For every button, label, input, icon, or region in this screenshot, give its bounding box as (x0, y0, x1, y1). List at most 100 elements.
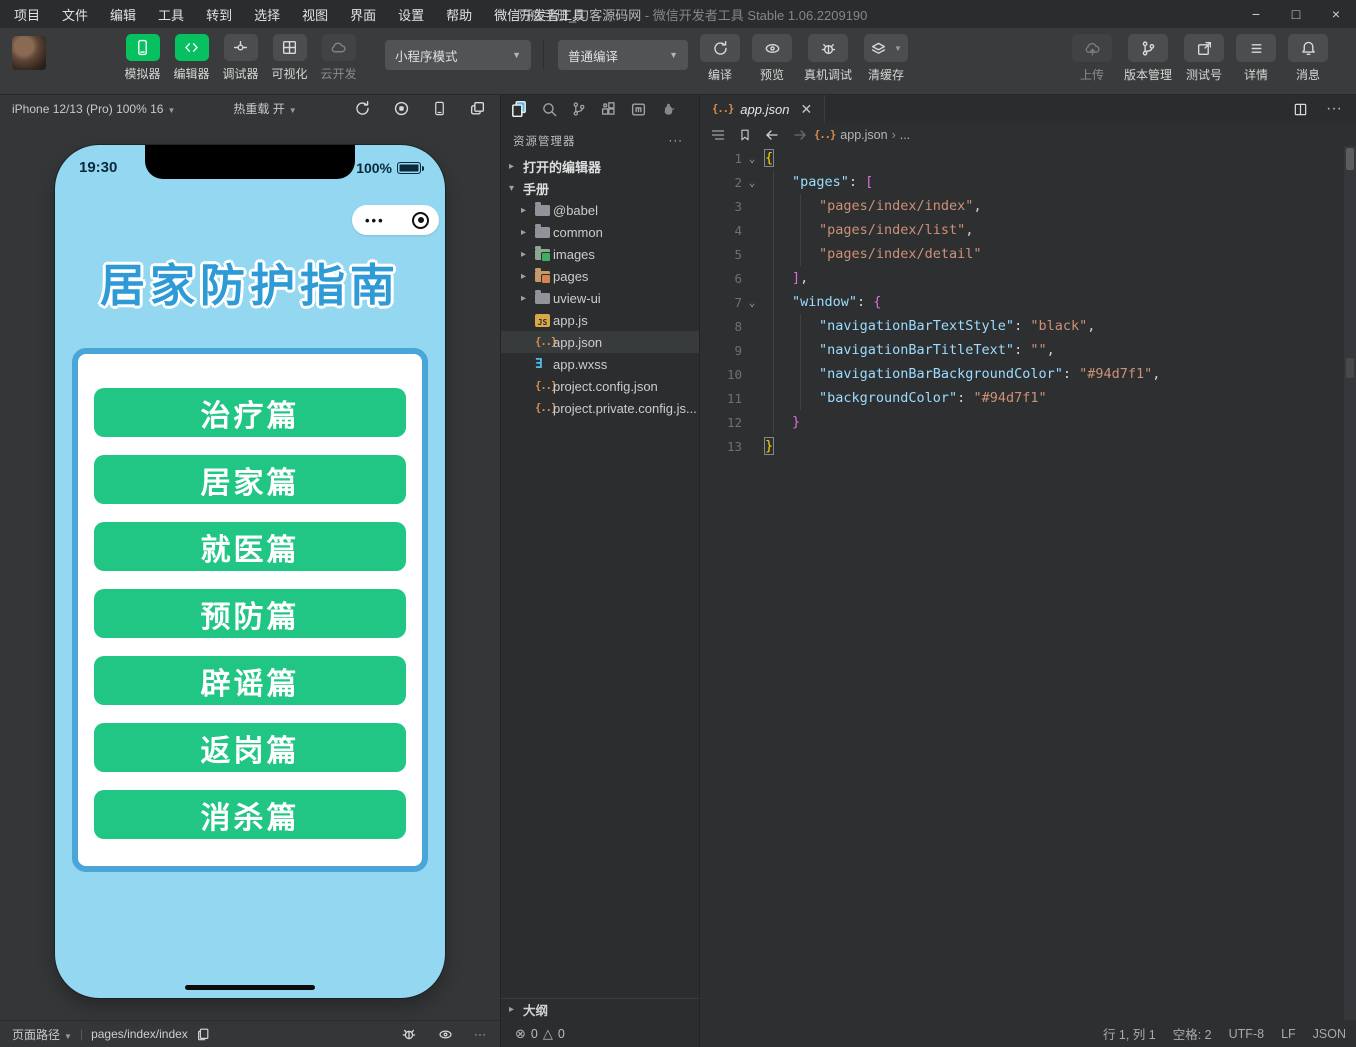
split-editor-icon[interactable] (1293, 102, 1308, 117)
tree-item-folder-babel[interactable]: ▸ @babel (501, 199, 699, 221)
bookmark-icon[interactable] (738, 128, 752, 142)
simulator-button[interactable]: 模拟器 (118, 34, 167, 82)
fold-chevron-icon[interactable]: ⌄ (742, 296, 762, 309)
user-avatar[interactable] (12, 36, 46, 70)
code-line-1[interactable]: 1 ⌄{ (700, 146, 1344, 170)
editor-scrollbar[interactable] (1344, 146, 1356, 1020)
tree-item-folder-images[interactable]: ▸ images (501, 243, 699, 265)
search-icon[interactable] (541, 101, 558, 118)
nav-button-5[interactable]: 返岗篇 (94, 723, 406, 772)
more-icon[interactable]: ··· (474, 1027, 486, 1041)
menu-item-1[interactable]: 文件 (62, 5, 88, 24)
tree-item-project-root[interactable]: ▾ 手册 (501, 177, 699, 199)
phone-frame-icon[interactable] (432, 100, 447, 117)
close-button[interactable]: × (1316, 0, 1356, 28)
nav-button-1[interactable]: 居家篇 (94, 455, 406, 504)
outline-section[interactable]: ▸ 大纲 (501, 998, 699, 1020)
code-line-9[interactable]: 9 "navigationBarTitleText": "", (700, 338, 1344, 362)
tree-item-folder-uview-ui[interactable]: ▸ uview-ui (501, 287, 699, 309)
extensions-icon[interactable] (600, 101, 617, 118)
status-indent[interactable]: 空格: 2 (1173, 1024, 1212, 1043)
clear-cache-button[interactable]: ▼ 清缓存 (864, 34, 908, 83)
details-button[interactable]: 详情 (1236, 34, 1277, 83)
status-cursor[interactable]: 行 1, 列 1 (1103, 1024, 1156, 1043)
menu-item-9[interactable]: 帮助 (446, 5, 472, 24)
code-line-8[interactable]: 8 "navigationBarTextStyle": "black", (700, 314, 1344, 338)
fold-chevron-icon[interactable]: ⌄ (742, 152, 762, 165)
menu-item-8[interactable]: 设置 (398, 5, 424, 24)
npm-box-icon[interactable] (630, 101, 647, 118)
preview-button[interactable]: 预览 (752, 34, 792, 83)
nav-button-0[interactable]: 治疗篇 (94, 388, 406, 437)
tree-item-folder-common[interactable]: ▸ common (501, 221, 699, 243)
tree-item-file-app-wxss[interactable]: Eapp.wxss (501, 353, 699, 375)
menu-item-5[interactable]: 选择 (254, 5, 280, 24)
messages-button[interactable]: 消息 (1288, 34, 1329, 83)
status-language[interactable]: JSON (1313, 1027, 1346, 1041)
bug-icon[interactable] (401, 1026, 417, 1042)
maximize-button[interactable]: □ (1276, 0, 1316, 28)
record-icon[interactable] (393, 100, 410, 117)
teapot-icon[interactable] (660, 102, 677, 117)
status-encoding[interactable]: UTF-8 (1229, 1027, 1264, 1041)
cloud-dev-button[interactable]: 云开发 (314, 34, 363, 82)
problems-bar[interactable]: ⊗ 0 △ 0 (501, 1020, 699, 1047)
hot-reload-toggle[interactable]: 热重载 开 ▼ (233, 100, 296, 117)
visualization-button[interactable]: 可视化 (265, 34, 314, 82)
code-line-2[interactable]: 2 ⌄ "pages": [ (700, 170, 1344, 194)
version-control-button[interactable]: 版本管理 (1124, 34, 1172, 83)
menu-item-2[interactable]: 编辑 (110, 5, 136, 24)
nav-button-3[interactable]: 预防篇 (94, 589, 406, 638)
tree-item-file-project-private-config[interactable]: {..} project.private.config.js... (501, 397, 699, 419)
status-eol[interactable]: LF (1281, 1027, 1296, 1041)
more-icon[interactable]: ··· (669, 135, 684, 147)
remote-debug-button[interactable]: 真机调试 (804, 34, 852, 83)
copy-icon[interactable] (196, 1027, 210, 1041)
arrow-left-icon[interactable] (764, 127, 780, 143)
code-editor[interactable]: 1 ⌄{2 ⌄ "pages": [3 "pages/index/index", 4 "pa… (700, 146, 1344, 1020)
menu-item-4[interactable]: 转到 (206, 5, 232, 24)
code-line-6[interactable]: 6], (700, 266, 1344, 290)
source-control-icon[interactable] (571, 101, 587, 117)
mode-select[interactable]: 小程序模式 ▼ (385, 40, 531, 70)
compile-select[interactable]: 普通编译 ▼ (558, 40, 688, 70)
editor-button[interactable]: 编辑器 (167, 34, 216, 82)
minimize-button[interactable]: − (1236, 0, 1276, 28)
nav-button-2[interactable]: 就医篇 (94, 522, 406, 571)
code-line-11[interactable]: 11 "backgroundColor": "#94d7f1" (700, 386, 1344, 410)
eye-icon[interactable] (437, 1027, 454, 1042)
menu-item-7[interactable]: 界面 (350, 5, 376, 24)
tab-app-json[interactable]: {..} app.json ✕ (700, 95, 826, 123)
menu-item-3[interactable]: 工具 (158, 5, 184, 24)
code-line-12[interactable]: 12} (700, 410, 1344, 434)
rotate-icon[interactable] (354, 100, 371, 117)
debugger-button[interactable]: 调试器 (216, 34, 265, 82)
tree-item-file-project-config-json[interactable]: {..} project.config.json (501, 375, 699, 397)
breadcrumb-file[interactable]: {..} app.json (814, 128, 888, 142)
code-line-10[interactable]: 10 "navigationBarBackgroundColor": "#94d7… (700, 362, 1344, 386)
outline-icon[interactable] (710, 127, 726, 143)
code-line-7[interactable]: 7 ⌄ "window": { (700, 290, 1344, 314)
code-line-5[interactable]: 5 "pages/index/detail" (700, 242, 1344, 266)
files-icon[interactable] (510, 100, 528, 118)
nav-button-6[interactable]: 消杀篇 (94, 790, 406, 839)
code-line-4[interactable]: 4 "pages/index/list", (700, 218, 1344, 242)
tree-item-file-app-js[interactable]: JS app.js (501, 309, 699, 331)
code-line-13[interactable]: 13} (700, 434, 1344, 458)
page-path-label[interactable]: 页面路径 ▼ (12, 1026, 72, 1043)
more-dots-icon[interactable]: ••• (365, 214, 385, 227)
capsule-target-icon[interactable] (412, 211, 429, 229)
menu-item-0[interactable]: 项目 (14, 5, 40, 24)
test-account-button[interactable]: 测试号 (1184, 34, 1225, 83)
menu-item-6[interactable]: 视图 (302, 5, 328, 24)
nav-button-4[interactable]: 辟谣篇 (94, 656, 406, 705)
compile-button[interactable]: 编译 (700, 34, 740, 83)
device-selector[interactable]: iPhone 12/13 (Pro) 100% 16 ▼ (12, 102, 175, 116)
close-icon[interactable]: ✕ (800, 101, 812, 118)
tree-item-open-editors[interactable]: ▸ 打开的编辑器 (501, 155, 699, 177)
code-line-3[interactable]: 3 "pages/index/index", (700, 194, 1344, 218)
multi-window-icon[interactable] (469, 100, 486, 117)
tree-item-folder-pages[interactable]: ▸ pages (501, 265, 699, 287)
breadcrumb-more[interactable]: ... (900, 128, 910, 142)
more-icon[interactable]: ··· (1326, 100, 1342, 118)
